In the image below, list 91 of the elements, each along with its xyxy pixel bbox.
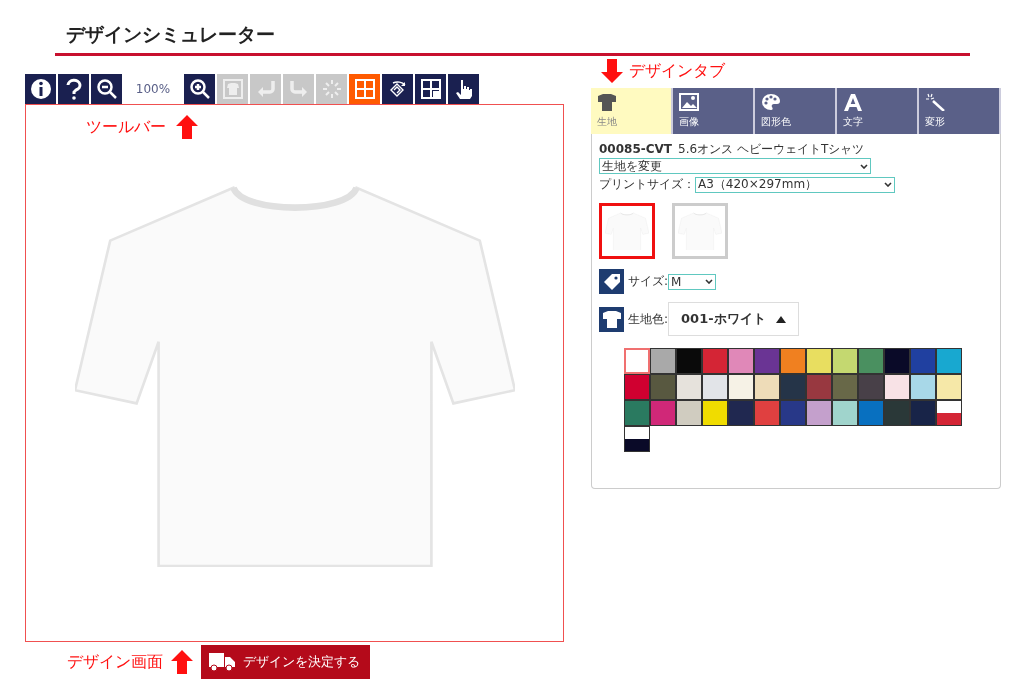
color-swatch[interactable]	[832, 348, 858, 374]
grid-icon	[353, 78, 376, 100]
tab[interactable]: 図形色	[755, 88, 837, 134]
letter-a-icon	[843, 93, 863, 111]
up-arrow-icon	[176, 115, 198, 139]
info-tool-button[interactable]	[25, 74, 56, 104]
color-swatch[interactable]	[858, 374, 884, 400]
field-label: 生地色:	[628, 310, 669, 328]
chevron-down-icon	[884, 182, 892, 187]
color-swatch[interactable]	[624, 400, 650, 426]
color-swatch[interactable]	[728, 400, 754, 426]
up-arrow-icon	[171, 650, 193, 674]
product-name: 00085-CVT 5.6オンス ヘビーウェイトTシャツ	[599, 141, 866, 158]
help-tool-button[interactable]	[58, 74, 89, 104]
color-swatch[interactable]	[910, 348, 936, 374]
tab[interactable]: 文字	[837, 88, 919, 134]
color-swatch[interactable]	[884, 400, 910, 426]
chevron-down-icon	[705, 279, 714, 284]
spinner-icon	[320, 78, 343, 100]
color-swatch[interactable]	[884, 374, 910, 400]
field-label: サイズ:	[628, 273, 669, 290]
color-swatch[interactable]	[754, 348, 780, 374]
color-swatch[interactable]	[806, 400, 832, 426]
info-icon	[29, 78, 52, 100]
zoom-out-tool-button[interactable]	[91, 74, 122, 104]
color-swatch[interactable]	[728, 374, 754, 400]
color-swatch[interactable]	[754, 374, 780, 400]
color-swatch[interactable]	[806, 374, 832, 400]
color-swatch[interactable]	[650, 348, 676, 374]
color-swatch[interactable]	[936, 348, 962, 374]
down-arrow-icon	[601, 59, 623, 83]
palette-icon	[761, 93, 781, 111]
color-swatch[interactable]	[624, 426, 650, 452]
color-swatch[interactable]	[676, 348, 702, 374]
shirt-icon	[601, 310, 622, 328]
tab[interactable]: 生地	[591, 88, 673, 134]
color-swatch[interactable]	[936, 374, 962, 400]
layout-tool-button[interactable]	[415, 74, 446, 104]
color-swatch[interactable]	[910, 374, 936, 400]
color-swatch[interactable]	[754, 400, 780, 426]
fabric-color-button[interactable]: 001-ホワイト	[668, 302, 799, 336]
color-swatch[interactable]	[780, 400, 806, 426]
color-swatch[interactable]	[702, 400, 728, 426]
color-swatch[interactable]	[780, 348, 806, 374]
color-swatch[interactable]	[832, 374, 858, 400]
annotation-label: デザインタブ	[629, 60, 725, 82]
color-swatch[interactable]	[884, 348, 910, 374]
color-swatch[interactable]	[806, 348, 832, 374]
color-swatch[interactable]	[624, 374, 650, 400]
zoom-out-icon	[95, 78, 118, 100]
view-thumbnail[interactable]	[672, 203, 728, 259]
color-swatch[interactable]	[650, 374, 676, 400]
fabric-select[interactable]: 生地を変更	[599, 158, 871, 174]
chevron-down-icon	[860, 163, 868, 169]
annotation-label: ツールバー	[86, 116, 166, 138]
color-swatch[interactable]	[702, 348, 728, 374]
color-swatch[interactable]	[676, 400, 702, 426]
color-swatch[interactable]	[702, 374, 728, 400]
image-icon	[679, 93, 699, 111]
color-swatch[interactable]	[650, 400, 676, 426]
zoom-in-tool-button[interactable]	[184, 74, 215, 104]
magic-wand-icon	[925, 93, 945, 111]
caret-icon	[775, 315, 786, 323]
size-select[interactable]: M	[668, 273, 717, 290]
decide-design-button[interactable]: デザインを決定する	[201, 645, 370, 679]
color-swatch[interactable]	[728, 348, 754, 374]
zoom-in-icon	[188, 78, 211, 100]
shirt-icon	[597, 93, 617, 111]
tab[interactable]: 変形	[919, 88, 1001, 134]
color-swatch[interactable]	[624, 348, 650, 374]
layout-icon	[419, 78, 442, 100]
color-swatch[interactable]	[910, 400, 936, 426]
color-swatch[interactable]	[858, 400, 884, 426]
page-title: デザインシミュレーター	[66, 22, 276, 47]
shirt-icon	[221, 78, 244, 100]
truck-icon	[209, 652, 235, 672]
print-size-select[interactable]: A3（420×297mm）	[695, 176, 895, 193]
annotation-label: デザイン画面	[67, 651, 163, 673]
color-swatch[interactable]	[858, 348, 884, 374]
tag-icon	[602, 272, 621, 291]
tab[interactable]: 画像	[673, 88, 755, 134]
hand-tool-button[interactable]	[448, 74, 479, 104]
redo-icon	[287, 78, 310, 100]
color-swatch[interactable]	[780, 374, 806, 400]
field-label: プリントサイズ：	[599, 176, 695, 193]
color-swatch[interactable]	[936, 400, 962, 426]
color-swatch[interactable]	[676, 374, 702, 400]
rotate-tool-button[interactable]	[382, 74, 413, 104]
view-thumbnail[interactable]	[599, 203, 655, 259]
color-swatch[interactable]	[832, 400, 858, 426]
design-canvas[interactable]: ツールバー	[25, 104, 564, 642]
